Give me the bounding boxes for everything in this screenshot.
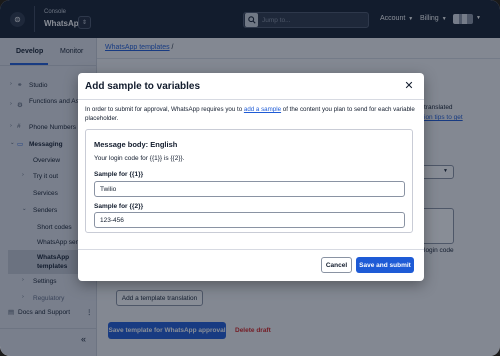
sample-2-input[interactable] [94,212,405,228]
sample-1-input[interactable] [94,181,405,197]
desc-text-before: In order to submit for approval, WhatsAp… [85,106,244,113]
app-frame: ⊜ Console WhatsApp ⇕ Account▼ Billing▼ ▼… [0,0,500,356]
modal-footer-divider [78,249,424,250]
message-body-card: Message body: English Your login code fo… [85,129,413,233]
sample-2-label: Sample for {{2}} [94,203,144,210]
add-sample-link[interactable]: add a sample [244,106,281,113]
card-title: Message body: English [94,140,178,149]
sample-1-label: Sample for {{1}} [94,171,144,178]
close-icon[interactable]: ✕ [402,79,416,93]
message-body-preview: Your login code for {{1}} is {{2}}. [94,155,185,162]
modal-title: Add sample to variables [85,81,201,92]
cancel-button[interactable]: Cancel [321,257,352,273]
modal-header-divider [78,99,424,100]
modal-description: In order to submit for approval, WhatsAp… [85,105,420,123]
save-and-submit-button[interactable]: Save and submit [356,257,414,273]
add-sample-modal: Add sample to variables ✕ In order to su… [78,73,424,281]
